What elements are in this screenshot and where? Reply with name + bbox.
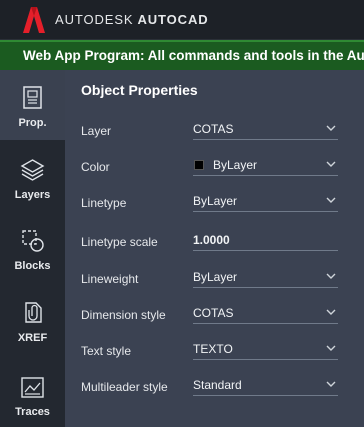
dimension-style-dropdown[interactable]: COTAS xyxy=(193,300,338,324)
property-label: Lineweight xyxy=(81,272,139,286)
chevron-down-icon xyxy=(326,161,336,167)
chevron-down-icon xyxy=(326,125,336,131)
object-properties-panel: Object Properties Layer COTAS Color ByLa… xyxy=(65,70,364,427)
brand-autodesk: AUTODESK xyxy=(55,12,134,27)
linetype-dropdown[interactable]: ByLayer xyxy=(193,188,338,212)
property-value: COTAS xyxy=(193,306,234,320)
linetype-scale-input[interactable]: 1.0000 xyxy=(193,227,338,251)
sidebar-item-label: Blocks xyxy=(14,260,51,272)
traces-icon xyxy=(21,377,44,398)
blocks-icon xyxy=(22,230,44,252)
sidebar-item-label: Prop. xyxy=(18,117,47,129)
property-value: ByLayer xyxy=(213,158,258,172)
title-bar: AUTODESK AUTOCAD xyxy=(0,0,364,39)
property-row-text-style: Text style TEXTO xyxy=(65,332,364,368)
property-row-linetype: Linetype ByLayer xyxy=(65,184,364,220)
property-row-lineweight: Lineweight ByLayer xyxy=(65,260,364,296)
xref-icon xyxy=(25,302,42,323)
property-value: COTAS xyxy=(193,122,234,136)
property-value: ByLayer xyxy=(193,270,238,284)
property-value: TEXTO xyxy=(193,342,233,356)
chevron-down-icon xyxy=(326,273,336,279)
sidebar-item-traces[interactable]: Traces xyxy=(0,360,65,427)
sidebar-item-layers[interactable]: Layers xyxy=(0,145,65,215)
property-row-linetype-scale: Linetype scale 1.0000 xyxy=(65,223,364,259)
chevron-down-icon xyxy=(326,381,336,387)
property-row-multileader-style: Multileader style Standard xyxy=(65,368,364,404)
chevron-down-icon xyxy=(326,309,336,315)
property-label: Linetype scale xyxy=(81,235,158,249)
property-value: Standard xyxy=(193,378,242,392)
property-label: Text style xyxy=(81,344,132,358)
property-value: ByLayer xyxy=(193,194,238,208)
banner-text: Web App Program: All commands and tools … xyxy=(23,48,364,63)
property-row-color: Color ByLayer xyxy=(65,148,364,184)
property-label: Layer xyxy=(81,124,112,138)
lineweight-dropdown[interactable]: ByLayer xyxy=(193,264,338,288)
property-value: 1.0000 xyxy=(193,233,230,247)
property-row-layer: Layer COTAS xyxy=(65,112,364,148)
app-brand: AUTODESK AUTOCAD xyxy=(55,12,209,27)
property-label: Linetype xyxy=(81,196,127,210)
text-style-dropdown[interactable]: TEXTO xyxy=(193,336,338,360)
sidebar-item-label: Layers xyxy=(14,189,51,201)
properties-icon xyxy=(23,86,42,109)
property-label: Dimension style xyxy=(81,308,166,322)
layer-dropdown[interactable]: COTAS xyxy=(193,116,338,140)
info-banner: Web App Program: All commands and tools … xyxy=(0,40,364,70)
sidebar-item-label: XREF xyxy=(17,332,48,344)
layers-icon xyxy=(20,159,45,181)
sidebar-item-properties[interactable]: Prop. xyxy=(0,70,65,140)
multileader-style-dropdown[interactable]: Standard xyxy=(193,372,338,396)
color-swatch xyxy=(194,160,204,170)
side-palette-bar: Prop. Layers Blocks XREF Traces xyxy=(0,70,65,427)
property-label: Multileader style xyxy=(81,380,168,394)
sidebar-item-xref[interactable]: XREF xyxy=(0,288,65,358)
property-label: Color xyxy=(81,160,110,174)
autocad-logo-icon xyxy=(23,7,45,33)
chevron-down-icon xyxy=(326,345,336,351)
brand-autocad: AUTOCAD xyxy=(137,12,209,27)
sidebar-item-label: Traces xyxy=(15,406,50,418)
chevron-down-icon xyxy=(326,197,336,203)
panel-title: Object Properties xyxy=(81,82,198,98)
color-dropdown[interactable]: ByLayer xyxy=(193,152,338,176)
sidebar-item-blocks[interactable]: Blocks xyxy=(0,216,65,286)
property-row-dimension-style: Dimension style COTAS xyxy=(65,296,364,332)
